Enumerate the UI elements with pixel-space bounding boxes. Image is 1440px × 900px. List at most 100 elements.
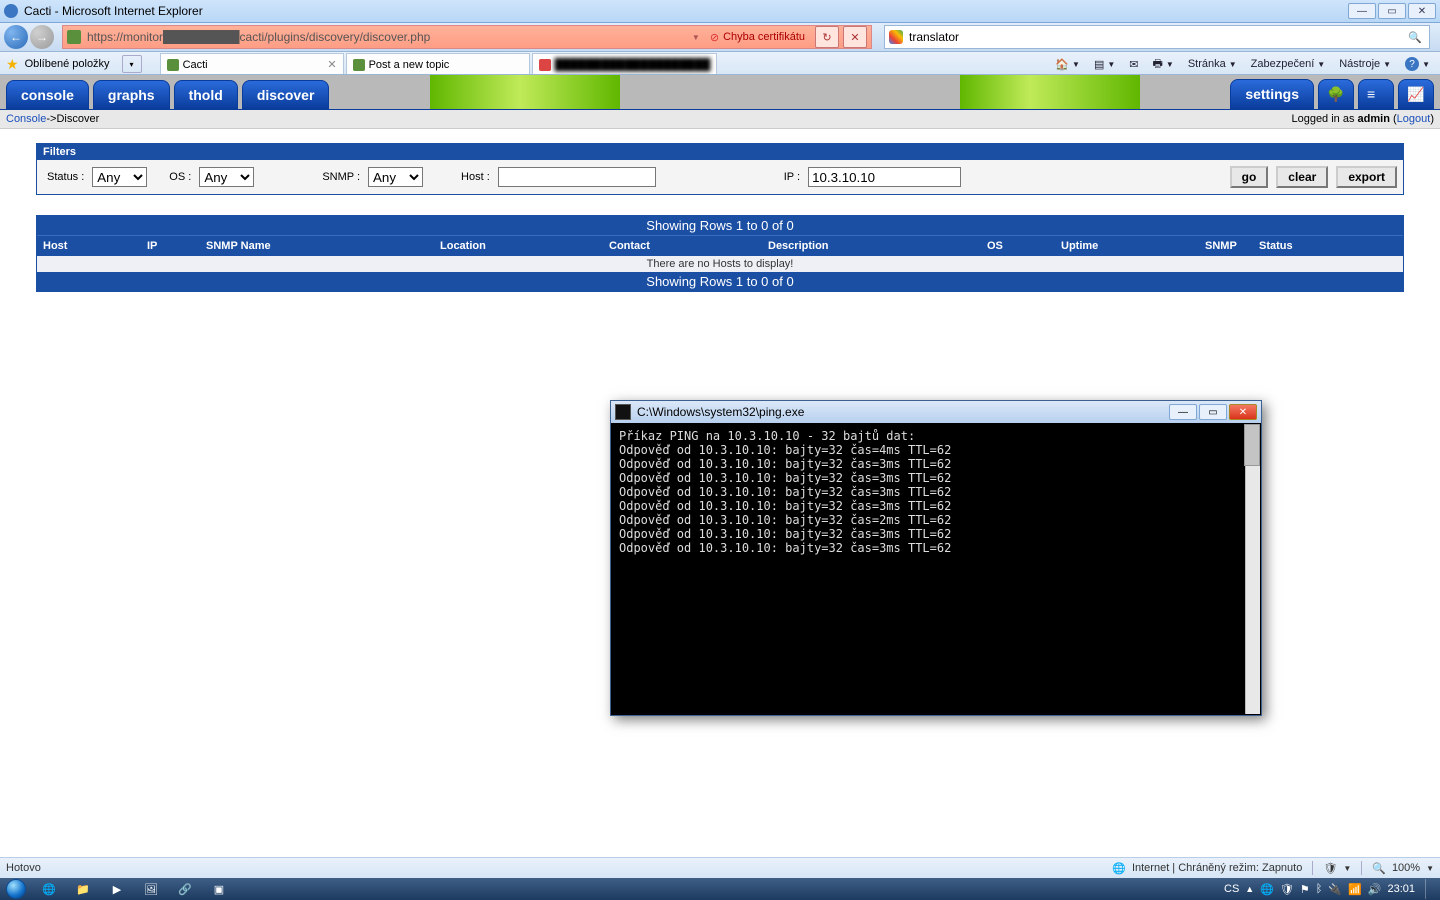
export-button[interactable]: export xyxy=(1336,166,1397,188)
cmd-close-button[interactable]: ✕ xyxy=(1229,404,1257,420)
favorites-star-icon[interactable]: ★ xyxy=(6,56,19,73)
print-button[interactable]: 🖶▼ xyxy=(1149,53,1178,76)
cert-error-badge[interactable]: ⊘ Chyba certifikátu xyxy=(704,31,811,44)
search-input[interactable] xyxy=(907,29,1401,45)
taskbar-app-explorer[interactable]: 📁 xyxy=(67,879,99,899)
ip-label: IP : xyxy=(784,171,800,183)
go-button[interactable]: go xyxy=(1230,166,1269,188)
col-location[interactable]: Location xyxy=(438,238,607,254)
back-button[interactable]: ← xyxy=(4,25,28,49)
tab-discover[interactable]: discover xyxy=(242,80,330,109)
site-lock-icon xyxy=(67,30,81,44)
home-button[interactable]: 🏠▼ xyxy=(1051,56,1084,73)
cmd-app-icon xyxy=(615,404,631,420)
safety-menu[interactable]: Zabezpečení▼ xyxy=(1247,56,1330,72)
logout-link[interactable]: Logout xyxy=(1397,113,1431,125)
col-snmp-name[interactable]: SNMP Name xyxy=(204,238,438,254)
mail-button[interactable]: ✉ xyxy=(1125,56,1142,73)
zoom-level[interactable]: 100% xyxy=(1392,862,1420,874)
help-button[interactable]: ?▼ xyxy=(1401,55,1434,73)
os-select[interactable]: Any xyxy=(199,167,254,187)
tray-network-icon[interactable]: 🌐 xyxy=(1260,883,1274,896)
tab-thold[interactable]: thold xyxy=(174,80,238,109)
taskbar-app-cmd[interactable]: ▣ xyxy=(203,879,235,899)
maximize-button[interactable]: ▭ xyxy=(1378,3,1406,19)
col-contact[interactable]: Contact xyxy=(607,238,766,254)
cmd-window[interactable]: C:\Windows\system32\ping.exe — ▭ ✕ Příka… xyxy=(610,400,1262,716)
ip-input[interactable] xyxy=(808,167,961,187)
printer-icon: 🖶 xyxy=(1153,55,1163,74)
taskbar-app-pictures[interactable]: 🖼 xyxy=(135,879,167,899)
zoom-icon[interactable]: 🔍 xyxy=(1372,862,1386,875)
col-description[interactable]: Description xyxy=(766,238,985,254)
col-os[interactable]: OS xyxy=(985,238,1059,254)
tab-favicon-icon xyxy=(353,59,365,71)
cmd-maximize-button[interactable]: ▭ xyxy=(1199,404,1227,420)
cmd-output[interactable]: Příkaz PING na 10.3.10.10 - 32 bajtů dat… xyxy=(611,423,1261,715)
browser-tab-other[interactable]: ████████████████████ xyxy=(532,53,718,76)
windows-orb-icon xyxy=(6,879,26,899)
search-box[interactable]: 🔍 xyxy=(884,25,1430,49)
cmd-minimize-button[interactable]: — xyxy=(1169,404,1197,420)
browser-tab-post[interactable]: Post a new topic xyxy=(346,53,530,76)
minimize-button[interactable]: — xyxy=(1348,3,1376,19)
tab-console[interactable]: console xyxy=(6,80,89,109)
stop-button[interactable]: ✕ xyxy=(843,26,867,48)
forward-button[interactable]: → xyxy=(30,25,54,49)
taskbar-app-media[interactable]: ▶ xyxy=(101,879,133,899)
cmd-title-text: C:\Windows\system32\ping.exe xyxy=(637,405,1167,419)
status-select[interactable]: Any xyxy=(92,167,147,187)
browser-tab-cacti[interactable]: Cacti ✕ xyxy=(160,53,344,76)
taskbar-app-ie[interactable]: 🌐 xyxy=(33,879,65,899)
cmd-scrollbar[interactable] xyxy=(1245,424,1260,714)
protected-mode-icon[interactable]: 🛡 xyxy=(1323,862,1337,875)
tab-settings[interactable]: settings xyxy=(1230,79,1314,109)
url-text: https://monitor█████████cacti/plugins/di… xyxy=(87,30,692,44)
clear-button[interactable]: clear xyxy=(1276,166,1328,188)
google-icon xyxy=(889,30,903,44)
col-ip[interactable]: IP xyxy=(145,238,204,254)
tools-menu[interactable]: Nástroje▼ xyxy=(1335,56,1395,72)
cmd-scrollbar-thumb[interactable] xyxy=(1244,424,1260,466)
col-host[interactable]: Host xyxy=(41,238,145,254)
cacti-header: console graphs thold discover settings 🌳… xyxy=(0,75,1440,109)
tab-graphs[interactable]: graphs xyxy=(93,80,170,109)
home-icon: 🏠 xyxy=(1055,58,1069,71)
address-bar[interactable]: https://monitor█████████cacti/plugins/di… xyxy=(62,25,872,49)
search-icon[interactable]: 🔍 xyxy=(1405,27,1425,47)
feeds-button[interactable]: ▤▼ xyxy=(1090,56,1119,73)
tab-preview-icon[interactable]: 📈 xyxy=(1398,79,1434,109)
close-button[interactable]: ✕ xyxy=(1408,3,1436,19)
tab-favicon-icon xyxy=(539,59,551,71)
tray-bluetooth-icon[interactable]: ᛒ xyxy=(1316,883,1323,895)
tab-close-icon[interactable]: ✕ xyxy=(327,58,336,71)
tray-lang[interactable]: CS xyxy=(1224,883,1239,895)
cmd-titlebar[interactable]: C:\Windows\system32\ping.exe — ▭ ✕ xyxy=(611,401,1261,423)
host-label: Host : xyxy=(461,171,490,183)
tray-power-icon[interactable]: 🔌 xyxy=(1328,883,1342,896)
snmp-select[interactable]: Any xyxy=(368,167,423,187)
tray-caret-icon[interactable]: ▲ xyxy=(1245,884,1254,894)
start-button[interactable] xyxy=(0,878,32,900)
globe-icon: 🌐 xyxy=(1112,862,1126,875)
taskbar-app-remote[interactable]: 🔗 xyxy=(169,879,201,899)
tray-security-icon[interactable]: 🛡 xyxy=(1280,883,1294,896)
tray-action-center-icon[interactable]: ⚑ xyxy=(1300,883,1310,896)
refresh-button[interactable]: ↻ xyxy=(815,26,839,48)
col-status[interactable]: Status xyxy=(1257,238,1399,254)
mail-icon: ✉ xyxy=(1129,58,1138,71)
col-snmp[interactable]: SNMP xyxy=(1203,238,1257,254)
favorites-label[interactable]: Oblíbené položky xyxy=(25,58,110,70)
col-uptime[interactable]: Uptime xyxy=(1059,238,1203,254)
tray-wifi-icon[interactable]: 📶 xyxy=(1348,883,1362,896)
tab-label: Cacti xyxy=(183,59,208,71)
page-menu[interactable]: Stránka▼ xyxy=(1184,56,1241,72)
favorites-dropdown-icon[interactable]: ▾ xyxy=(122,55,142,73)
host-input[interactable] xyxy=(498,167,656,187)
tray-clock[interactable]: 23:01 xyxy=(1387,883,1415,895)
tab-list-icon[interactable]: ≡ xyxy=(1358,79,1394,109)
breadcrumb-console-link[interactable]: Console xyxy=(6,113,46,125)
tab-tree-icon[interactable]: 🌳 xyxy=(1318,79,1354,109)
show-desktop-button[interactable] xyxy=(1425,879,1434,899)
tray-volume-icon[interactable]: 🔊 xyxy=(1368,883,1382,896)
